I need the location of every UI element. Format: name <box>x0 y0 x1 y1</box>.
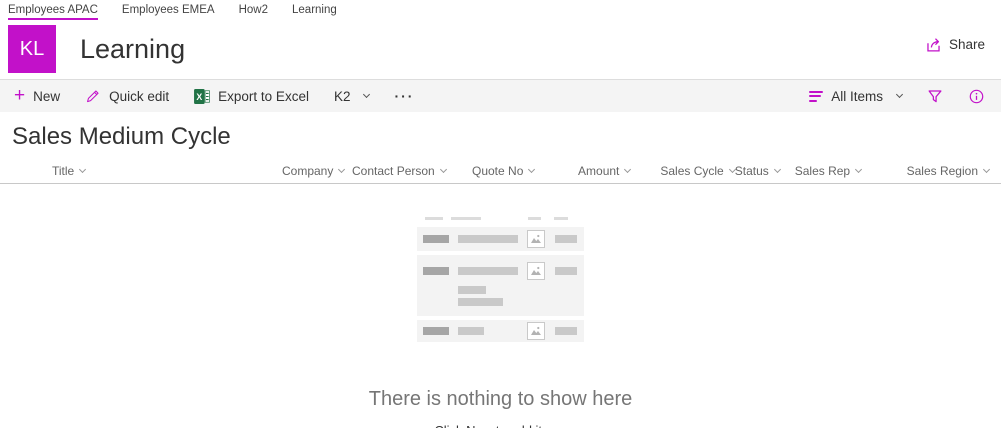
list-lines-icon <box>809 88 824 104</box>
new-label: New <box>33 88 61 104</box>
k2-label: K2 <box>333 88 351 104</box>
image-placeholder-icon <box>527 322 545 340</box>
site-title[interactable]: Learning <box>80 34 185 65</box>
nav-item-employees-apac[interactable]: Employees APAC <box>8 4 98 20</box>
site-logo[interactable]: KL <box>8 25 56 73</box>
illustration-row <box>417 227 584 251</box>
chevron-down-icon <box>982 165 991 174</box>
info-button[interactable] <box>968 88 985 105</box>
chevron-down-icon <box>895 90 904 99</box>
view-selector-button[interactable]: All Items <box>809 88 904 104</box>
funnel-icon <box>928 90 942 103</box>
list-title: Sales Medium Cycle <box>12 123 231 150</box>
view-selector-label: All Items <box>831 88 883 104</box>
column-header-sales-rep[interactable]: Sales Rep <box>795 164 870 178</box>
site-header: KL Learning Share <box>0 19 1001 79</box>
column-label: Contact Person <box>352 164 435 178</box>
column-label: Sales Cycle <box>660 164 724 178</box>
empty-state-title: There is nothing to show here <box>368 388 633 410</box>
quick-edit-button[interactable]: Quick edit <box>85 88 169 104</box>
column-header-status[interactable]: Status <box>735 164 795 178</box>
column-header-amount[interactable]: Amount <box>534 164 632 178</box>
image-placeholder-icon <box>527 230 545 248</box>
nav-item-learning[interactable]: Learning <box>292 4 337 18</box>
command-bar: + New Quick edit X Export to Excel K2 ··… <box>0 79 1001 112</box>
export-to-excel-button[interactable]: X Export to Excel <box>194 88 309 104</box>
chevron-down-icon <box>363 90 371 99</box>
quick-edit-label: Quick edit <box>109 88 170 104</box>
column-label: Company <box>282 164 334 178</box>
column-header-contact-person[interactable]: Contact Person <box>352 164 472 178</box>
nav-item-employees-emea[interactable]: Employees EMEA <box>122 4 215 18</box>
pencil-icon <box>87 90 99 103</box>
column-header-sales-cycle[interactable]: Sales Cycle <box>660 164 736 178</box>
chevron-down-icon <box>439 165 447 174</box>
excel-icon: X <box>194 88 211 104</box>
more-commands-button[interactable]: ··· <box>394 88 414 104</box>
illustration-row <box>417 255 584 316</box>
image-placeholder-icon <box>527 262 545 280</box>
svg-text:X: X <box>197 92 203 102</box>
column-header-row: Title Company Contact Person Quote No Am… <box>0 159 1001 184</box>
share-arrow-icon <box>927 38 940 52</box>
column-label: Quote No <box>472 164 524 178</box>
chevron-down-icon <box>855 165 863 174</box>
filter-button[interactable] <box>926 87 944 105</box>
empty-illustration <box>417 217 584 342</box>
chevron-down-icon <box>338 165 346 174</box>
column-label: Status <box>734 164 769 178</box>
empty-state-subtitle: Click New to add items <box>0 423 1001 428</box>
ellipsis-icon: ··· <box>394 88 415 104</box>
column-header-company[interactable]: Company <box>282 164 352 178</box>
plus-icon: + <box>14 85 26 106</box>
chevron-down-icon <box>773 165 781 174</box>
info-circle-icon <box>969 89 984 103</box>
column-header-title[interactable]: Title <box>12 164 282 178</box>
nav-item-how2[interactable]: How2 <box>239 4 268 18</box>
column-label: Amount <box>578 164 620 178</box>
column-header-sales-region[interactable]: Sales Region <box>870 164 991 178</box>
share-button[interactable]: Share <box>925 36 985 53</box>
k2-menu-button[interactable]: K2 <box>333 88 371 104</box>
share-label: Share <box>948 37 985 52</box>
new-button[interactable]: + New <box>14 85 61 106</box>
top-nav: Employees APAC Employees EMEA How2 Learn… <box>0 0 1001 20</box>
sharepoint-list-page: Employees APAC Employees EMEA How2 Learn… <box>0 0 1001 428</box>
empty-state: There is nothing to show here Click New … <box>0 217 1001 428</box>
list-view: Sales Medium Cycle Title Company Contact… <box>0 123 1001 428</box>
column-label: Title <box>52 164 75 178</box>
column-header-quote-no[interactable]: Quote No <box>472 164 536 178</box>
export-to-excel-label: Export to Excel <box>218 88 309 104</box>
column-label: Sales Rep <box>794 164 851 178</box>
column-label: Sales Region <box>906 164 978 178</box>
illustration-header-row <box>417 217 584 220</box>
command-bar-right: All Items <box>809 87 985 105</box>
illustration-row <box>417 320 584 342</box>
chevron-down-icon <box>79 165 87 174</box>
chevron-down-icon <box>624 165 632 174</box>
